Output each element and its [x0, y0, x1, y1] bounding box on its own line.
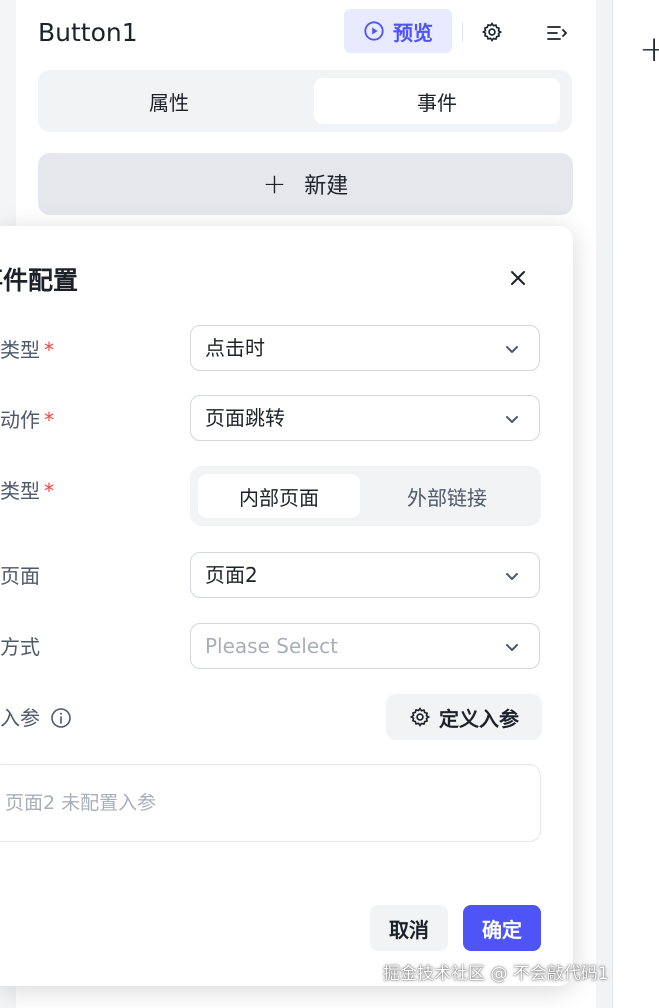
tab-events[interactable]: 事件 [314, 78, 560, 124]
event-config-dialog: 事件配置 件类型* 点击时 行动作* 页面跳转 面类型* 内部页面 外部链接 择… [0, 226, 573, 986]
jump-mode-placeholder: Please Select [205, 634, 338, 658]
jump-mode-select[interactable]: Please Select [190, 623, 540, 669]
preview-button[interactable]: 预览 [344, 9, 452, 53]
component-name: Button1 [38, 18, 138, 47]
params-empty-text: 页面2 未配置入参 [5, 792, 157, 814]
jump-mode-label: 转方式 [0, 635, 40, 659]
define-params-label: 定义入参 [439, 706, 519, 731]
info-icon[interactable] [50, 707, 72, 729]
select-page-value: 页面2 [205, 563, 258, 587]
chevron-down-icon [506, 573, 518, 580]
panel-tabs: 属性 事件 [38, 70, 572, 132]
settings-button[interactable] [478, 18, 506, 46]
chevron-down-icon [506, 644, 518, 651]
play-circle-icon [364, 21, 384, 41]
new-event-label: 新建 [304, 174, 349, 199]
action-value: 页面跳转 [205, 406, 285, 430]
page-type-internal[interactable]: 内部页面 [198, 474, 360, 518]
action-select[interactable]: 页面跳转 [190, 395, 540, 441]
toolbar-divider [462, 22, 463, 42]
plus-icon: + [262, 167, 287, 200]
canvas-area: + [612, 0, 659, 1008]
chevron-down-icon [506, 416, 518, 423]
page-params-label: 面入参 [0, 704, 72, 732]
page-type-label: 面类型* [0, 479, 54, 503]
gear-icon [409, 707, 431, 727]
preview-label: 预览 [393, 20, 433, 45]
confirm-button[interactable]: 确定 [463, 905, 541, 951]
new-event-button[interactable]: + 新建 [38, 153, 573, 215]
dialog-title: 事件配置 [0, 266, 79, 295]
params-empty-box: 页面2 未配置入参 [0, 764, 541, 842]
add-icon[interactable]: + [639, 30, 659, 70]
event-type-select[interactable]: 点击时 [190, 325, 540, 371]
event-type-label: 件类型* [0, 338, 54, 362]
select-page-select[interactable]: 页面2 [190, 552, 540, 598]
define-params-button[interactable]: 定义入参 [386, 694, 542, 740]
tab-properties[interactable]: 属性 [46, 78, 292, 124]
cancel-button[interactable]: 取消 [370, 905, 448, 951]
collapse-panel-button[interactable] [542, 18, 572, 48]
gear-icon [481, 22, 503, 42]
chevron-down-icon [506, 346, 518, 353]
page-type-external[interactable]: 外部链接 [366, 474, 528, 518]
close-button[interactable] [505, 265, 531, 291]
page-type-segmented: 内部页面 外部链接 [190, 466, 541, 526]
watermark: 掘金技术社区 @ 不会敲代码1 [383, 964, 609, 984]
event-type-value: 点击时 [205, 336, 265, 360]
close-icon [511, 271, 525, 285]
action-label: 行动作* [0, 408, 54, 432]
select-page-label: 择页面 [0, 564, 40, 588]
collapse-menu-icon [547, 26, 568, 40]
